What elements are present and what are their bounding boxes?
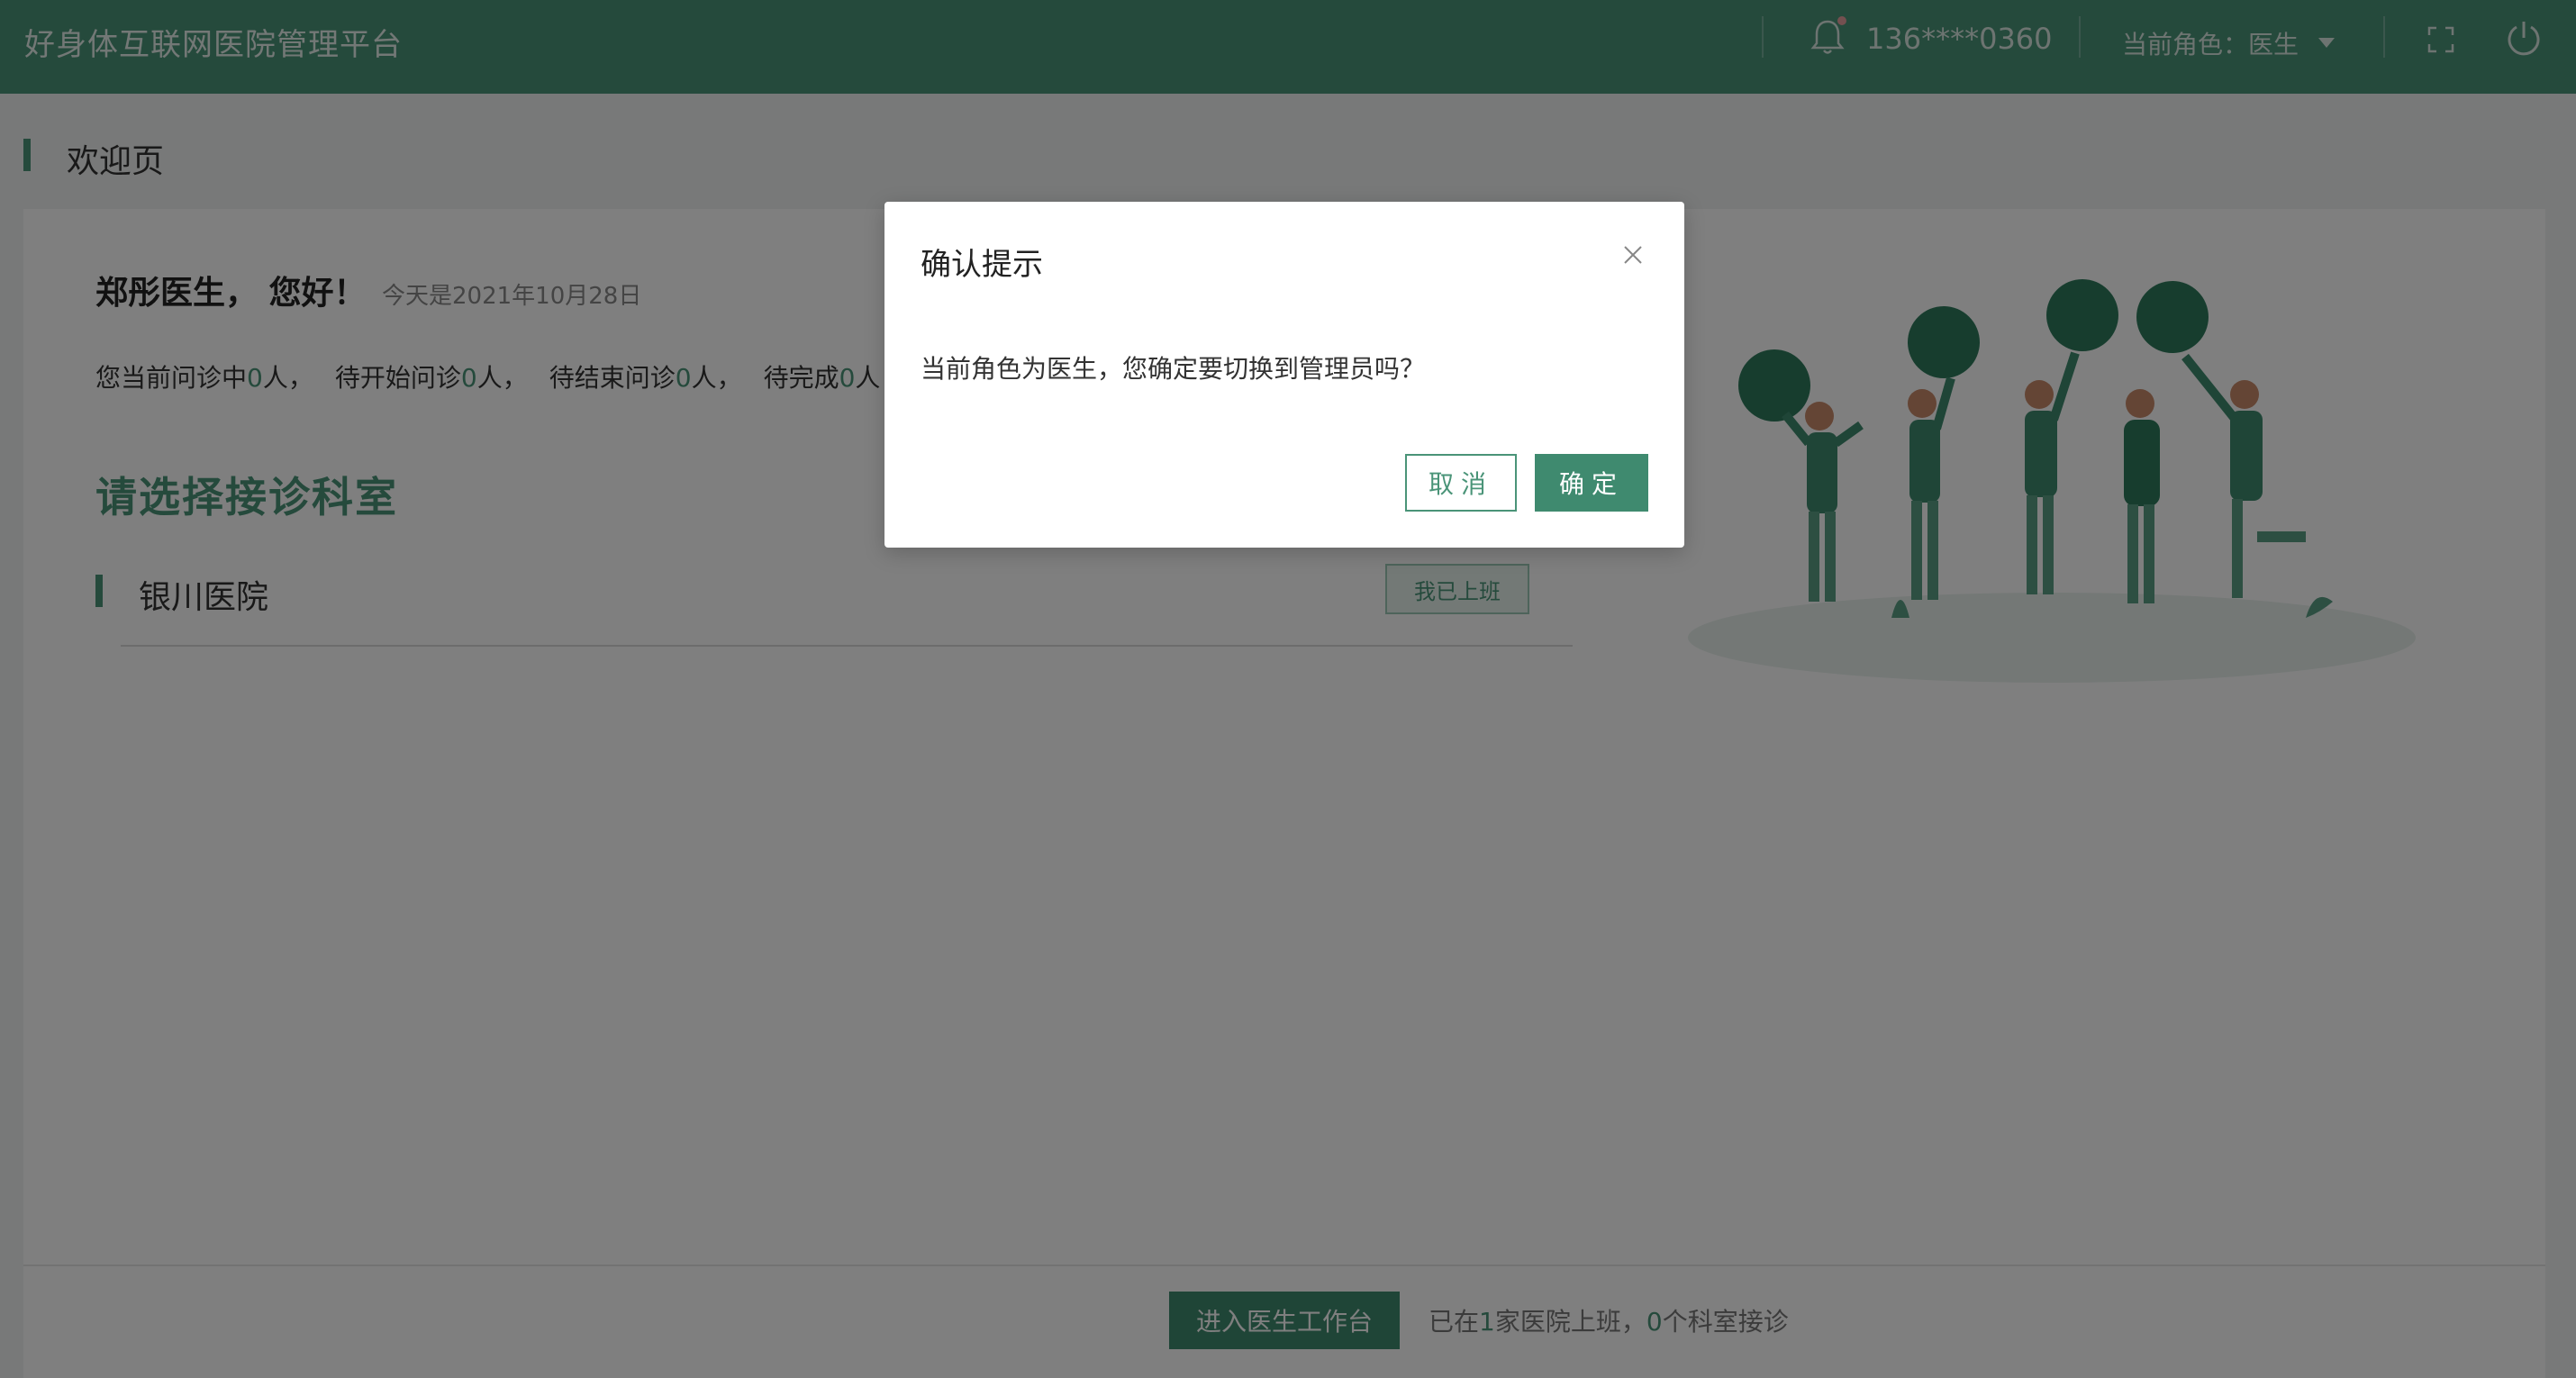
confirm-button[interactable]: 确定 — [1535, 454, 1648, 512]
close-icon[interactable] — [1619, 241, 1646, 268]
cancel-button[interactable]: 取消 — [1405, 454, 1517, 512]
dialog-message: 当前角色为医生，您确定要切换到管理员吗？ — [921, 354, 1426, 384]
dialog-title: 确认提示 — [921, 247, 1043, 283]
confirm-dialog: 确认提示 当前角色为医生，您确定要切换到管理员吗？ 取消 确定 — [884, 202, 1684, 548]
